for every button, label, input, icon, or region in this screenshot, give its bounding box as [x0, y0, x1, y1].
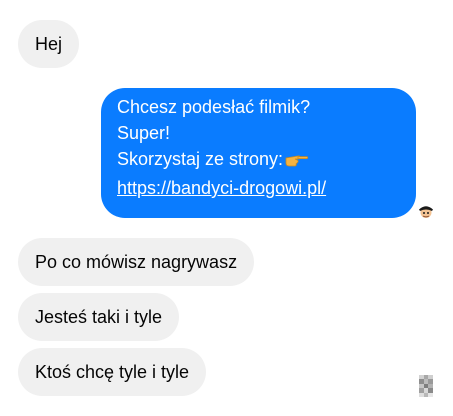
message-bubble-reply[interactable]: Jesteś taki i tyle: [18, 293, 180, 341]
website-link[interactable]: https://bandyci-drogowi.pl/: [117, 175, 400, 201]
message-line: Super!: [117, 123, 171, 143]
message-bubble-reply[interactable]: Po co mówisz nagrywasz: [18, 238, 255, 286]
pointing-hand-icon: [285, 149, 309, 175]
message-bubble-reply[interactable]: Ktoś chcę tyle i tyle: [18, 348, 207, 396]
message-line: Chcesz podesłać filmik?: [117, 97, 311, 117]
message-line-text: Skorzystaj ze strony:: [117, 149, 284, 169]
message-text: Ktoś chcę tyle i tyle: [35, 362, 190, 382]
outgoing-message-bubble[interactable]: Chcesz podesłać filmik? Super! Skorzysta…: [101, 88, 416, 218]
message-line: Skorzystaj ze strony:: [117, 146, 400, 175]
message-text: Jesteś taki i tyle: [35, 307, 163, 327]
seen-avatar-icon: [419, 375, 433, 397]
message-text: Hej: [35, 34, 63, 54]
message-text: Po co mówisz nagrywasz: [35, 252, 238, 272]
message-bubble-hej[interactable]: Hej: [18, 20, 80, 68]
pirate-avatar-icon: [417, 202, 435, 220]
